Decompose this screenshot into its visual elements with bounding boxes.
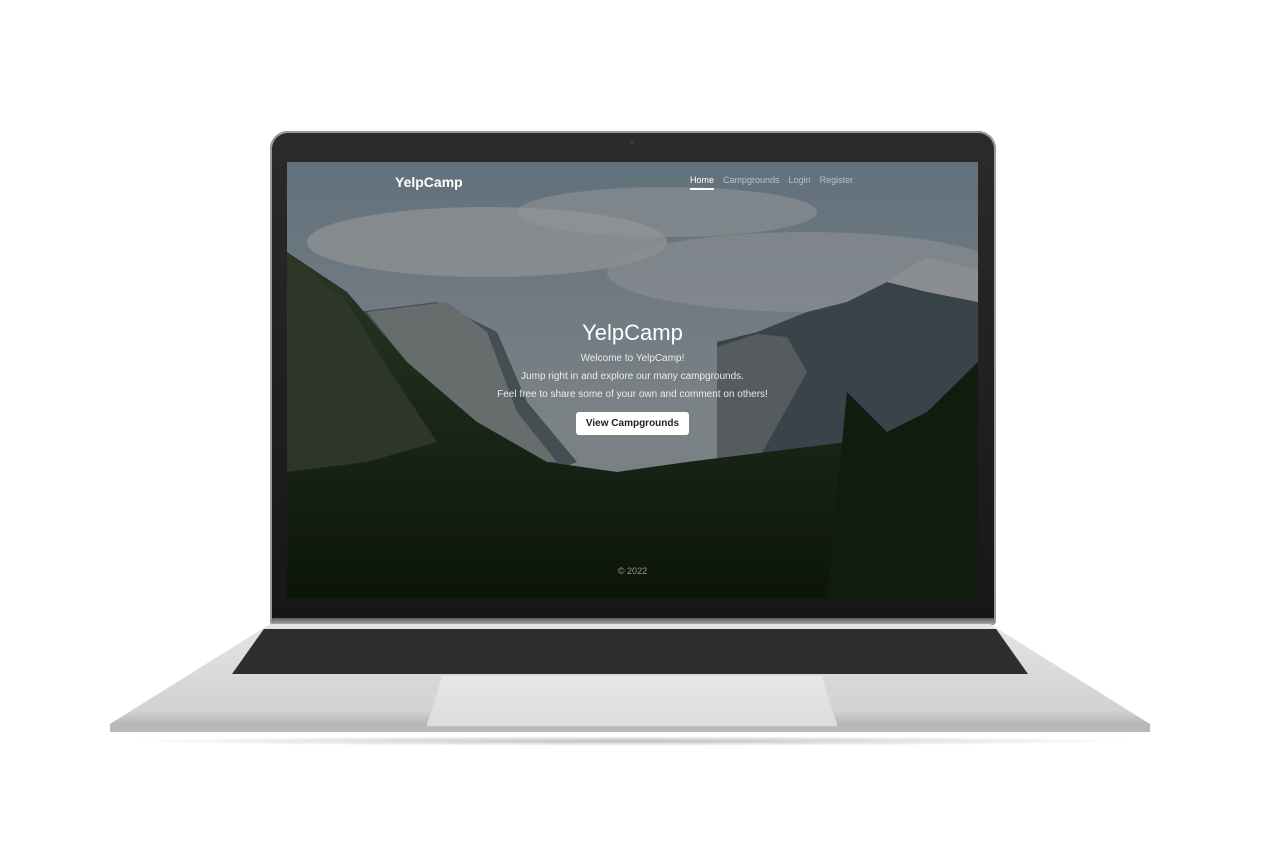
hero-line-explore: Jump right in and explore our many campg… bbox=[521, 371, 744, 382]
hero-line-welcome: Welcome to YelpCamp! bbox=[580, 353, 685, 364]
footer-copyright: © 2022 bbox=[617, 566, 648, 576]
hero-section: YelpCamp Welcome to YelpCamp! Jump right… bbox=[287, 320, 978, 435]
nav-link-home[interactable]: Home bbox=[690, 175, 715, 190]
nav-link-login[interactable]: Login bbox=[789, 175, 811, 190]
brand-logo[interactable]: YelpCamp bbox=[395, 174, 463, 190]
laptop-shadow bbox=[120, 736, 1140, 746]
view-campgrounds-button[interactable]: View Campgrounds bbox=[575, 412, 690, 435]
nav-links: Home Campgrounds Login Register bbox=[690, 175, 853, 190]
camera-icon bbox=[630, 140, 634, 144]
laptop-lid: YelpCamp Home Campgrounds Login Register… bbox=[270, 131, 996, 625]
hero-line-share: Feel free to share some of your own and … bbox=[497, 389, 768, 400]
trackpad bbox=[426, 676, 838, 727]
browser-screen: YelpCamp Home Campgrounds Login Register… bbox=[287, 162, 978, 598]
hero-text: Welcome to YelpCamp! Jump right in and e… bbox=[287, 350, 978, 404]
keyboard bbox=[232, 629, 1028, 674]
nav-link-register[interactable]: Register bbox=[820, 175, 854, 190]
nav-link-campgrounds[interactable]: Campgrounds bbox=[723, 175, 780, 190]
top-navbar: YelpCamp Home Campgrounds Login Register bbox=[287, 162, 978, 202]
hero-title: YelpCamp bbox=[582, 320, 683, 345]
